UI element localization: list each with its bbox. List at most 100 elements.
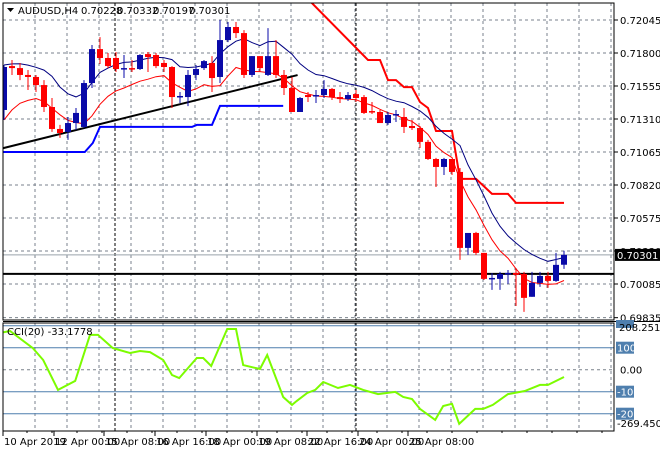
- candle-body: [449, 159, 455, 172]
- candle-body: [97, 49, 103, 58]
- price-tick-label: 0.70820: [620, 181, 660, 192]
- candle: [473, 231, 479, 255]
- price-tick-label: 0.71065: [620, 148, 660, 159]
- candle-body: [433, 159, 439, 167]
- cci-level-label: -100: [617, 388, 640, 399]
- cci-max-label: 208.2516: [619, 323, 660, 334]
- candle-body: [497, 273, 503, 279]
- candle: [169, 66, 175, 108]
- candle: [17, 62, 23, 81]
- candle: [105, 53, 111, 69]
- candle: [361, 95, 367, 115]
- candle: [33, 74, 39, 93]
- candle-body: [425, 141, 431, 160]
- candle-body: [145, 54, 151, 58]
- cci-levels: [3, 325, 614, 415]
- candle: [73, 107, 79, 131]
- candle-body: [33, 76, 39, 86]
- candle: [89, 45, 95, 89]
- candle-body: [217, 40, 223, 77]
- candle-body: [337, 97, 343, 100]
- candle: [329, 88, 335, 101]
- price-tick-label: 0.71555: [620, 82, 660, 93]
- candle: [489, 272, 495, 290]
- price-tick-label: 0.70085: [620, 280, 660, 291]
- candle-body: [193, 69, 199, 75]
- candle: [113, 52, 119, 72]
- candle-body: [273, 56, 279, 75]
- candle-body: [249, 56, 255, 75]
- candle: [505, 269, 511, 284]
- candle: [81, 80, 87, 129]
- candle: [3, 64, 7, 120]
- candle: [257, 56, 263, 72]
- candle-body: [241, 33, 247, 75]
- candle: [561, 250, 567, 269]
- candle-body: [233, 27, 239, 34]
- candle: [465, 232, 471, 255]
- candle-body: [289, 88, 295, 112]
- candle: [377, 109, 383, 124]
- candle-body: [353, 94, 359, 98]
- candle: [449, 159, 455, 176]
- candle-body: [345, 95, 351, 100]
- price-tick-label: 0.72045: [620, 16, 660, 27]
- cci-title: CCI(20) -33.1778: [7, 327, 93, 338]
- candle-body: [137, 55, 143, 70]
- candle-body: [377, 111, 383, 124]
- candle: [233, 22, 239, 39]
- candle-body: [57, 128, 63, 134]
- candle: [153, 53, 159, 69]
- candle: [201, 60, 207, 70]
- candle-body: [209, 62, 215, 79]
- candle-body: [537, 275, 543, 283]
- candle-body: [297, 97, 303, 112]
- candle: [425, 139, 431, 160]
- candle-body: [113, 57, 119, 70]
- candle-body: [361, 97, 367, 113]
- cci-min-label: -269.4509: [617, 419, 660, 430]
- candle-body: [9, 66, 15, 69]
- candle: [409, 119, 415, 131]
- candle-body: [329, 88, 335, 98]
- candle-body: [129, 68, 135, 70]
- candle-body: [257, 56, 263, 69]
- candle: [529, 271, 535, 297]
- candle: [57, 124, 63, 138]
- candle-body: [161, 62, 167, 68]
- candle: [441, 157, 447, 176]
- candle-body: [201, 61, 207, 69]
- candle-body: [401, 116, 407, 127]
- candle: [417, 126, 423, 148]
- candle-body: [81, 83, 87, 127]
- candle-body: [153, 55, 159, 67]
- candle-body: [49, 107, 55, 129]
- candle: [249, 56, 255, 77]
- cci-line: [3, 328, 565, 426]
- candle: [385, 111, 391, 125]
- candle: [65, 116, 71, 140]
- candle-body: [73, 112, 79, 124]
- candle-body: [513, 272, 519, 275]
- candle: [497, 271, 503, 290]
- candle: [97, 37, 103, 65]
- candle: [513, 267, 519, 306]
- candle-body: [529, 282, 535, 297]
- candle-body: [265, 56, 271, 75]
- candle: [521, 271, 527, 312]
- candle-body: [65, 123, 71, 132]
- candle-body: [417, 128, 423, 142]
- trading-chart[interactable]: 0.72045 0.71800 0.71555 0.71310 0.71065 0.708…: [0, 0, 660, 450]
- candle-body: [505, 272, 511, 275]
- candle: [313, 90, 319, 103]
- candle-body: [3, 67, 7, 110]
- candle: [297, 97, 303, 112]
- candle-body: [457, 171, 463, 248]
- candle-body: [17, 68, 23, 75]
- collapse-triangle-icon[interactable]: [7, 8, 14, 12]
- price-plot: [3, 3, 614, 312]
- candle-body: [409, 126, 415, 129]
- candle-body: [545, 275, 551, 281]
- candle: [289, 76, 295, 112]
- candle: [217, 20, 223, 84]
